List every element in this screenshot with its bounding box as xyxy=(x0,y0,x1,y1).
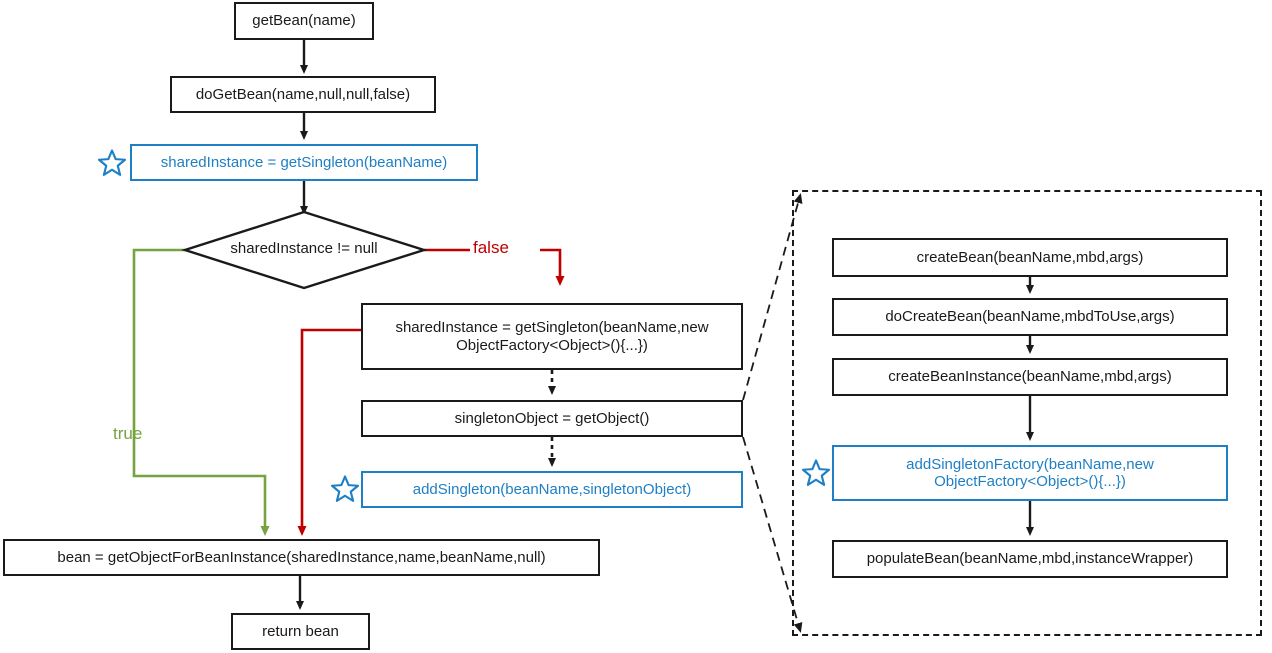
node-return-bean-label: return bean xyxy=(262,622,339,640)
node-docreatebean-label: doCreateBean(beanName,mbdToUse,args) xyxy=(885,308,1175,326)
node-getsingleton[interactable]: sharedInstance = getSingleton(beanName) xyxy=(130,144,478,181)
node-dogetbean-label: doGetBean(name,null,null,false) xyxy=(195,85,411,103)
node-createbean-label: createBean(beanName,mbd,args) xyxy=(916,248,1144,266)
node-decision-label: sharedInstance != null xyxy=(230,240,378,257)
node-populatebean-label: populateBean(beanName,mbd,instanceWrappe… xyxy=(866,550,1194,568)
node-createbean[interactable]: createBean(beanName,mbd,args) xyxy=(832,238,1228,277)
star-icon xyxy=(801,458,831,488)
node-createbeaninstance-label: createBeanInstance(beanName,mbd,args) xyxy=(888,368,1172,386)
edge-label-false: false xyxy=(473,238,509,257)
node-addsingletonfactory-label: addSingletonFactory(beanName,new ObjectF… xyxy=(906,455,1154,490)
node-populatebean[interactable]: populateBean(beanName,mbd,instanceWrappe… xyxy=(832,540,1228,578)
node-docreatebean[interactable]: doCreateBean(beanName,mbdToUse,args) xyxy=(832,298,1228,336)
node-singletonobject-label: singletonObject = getObject() xyxy=(454,409,650,427)
edge-decision-true xyxy=(132,248,270,536)
node-getsingleton-factory[interactable]: sharedInstance = getSingleton(beanName,n… xyxy=(361,303,743,370)
node-createbeaninstance[interactable]: createBeanInstance(beanName,mbd,args) xyxy=(832,358,1228,396)
node-getbean-label: getBean(name) xyxy=(252,12,356,30)
node-getbean[interactable]: getBean(name) xyxy=(234,2,374,40)
node-addsingletonfactory[interactable]: addSingletonFactory(beanName,new ObjectF… xyxy=(832,445,1228,501)
node-addsingleton[interactable]: addSingleton(beanName,singletonObject) xyxy=(361,471,743,508)
node-getsingleton-label: sharedInstance = getSingleton(beanName) xyxy=(160,153,448,171)
star-icon xyxy=(97,148,127,178)
node-bean-result-label: bean = getObjectForBeanInstance(sharedIn… xyxy=(57,548,546,566)
node-addsingleton-label: addSingleton(beanName,singletonObject) xyxy=(412,480,692,498)
node-return-bean[interactable]: return bean xyxy=(231,613,370,650)
star-icon xyxy=(330,474,360,504)
edge-label-true: true xyxy=(113,424,143,443)
node-singletonobject[interactable]: singletonObject = getObject() xyxy=(361,400,743,437)
node-getsingleton-factory-label: sharedInstance = getSingleton(beanName,n… xyxy=(395,319,709,354)
node-bean-result[interactable]: bean = getObjectForBeanInstance(sharedIn… xyxy=(3,539,600,576)
flowchart-canvas: getBean(name) doGetBean(name,null,null,f… xyxy=(0,0,1272,653)
node-dogetbean[interactable]: doGetBean(name,null,null,false) xyxy=(170,76,436,113)
